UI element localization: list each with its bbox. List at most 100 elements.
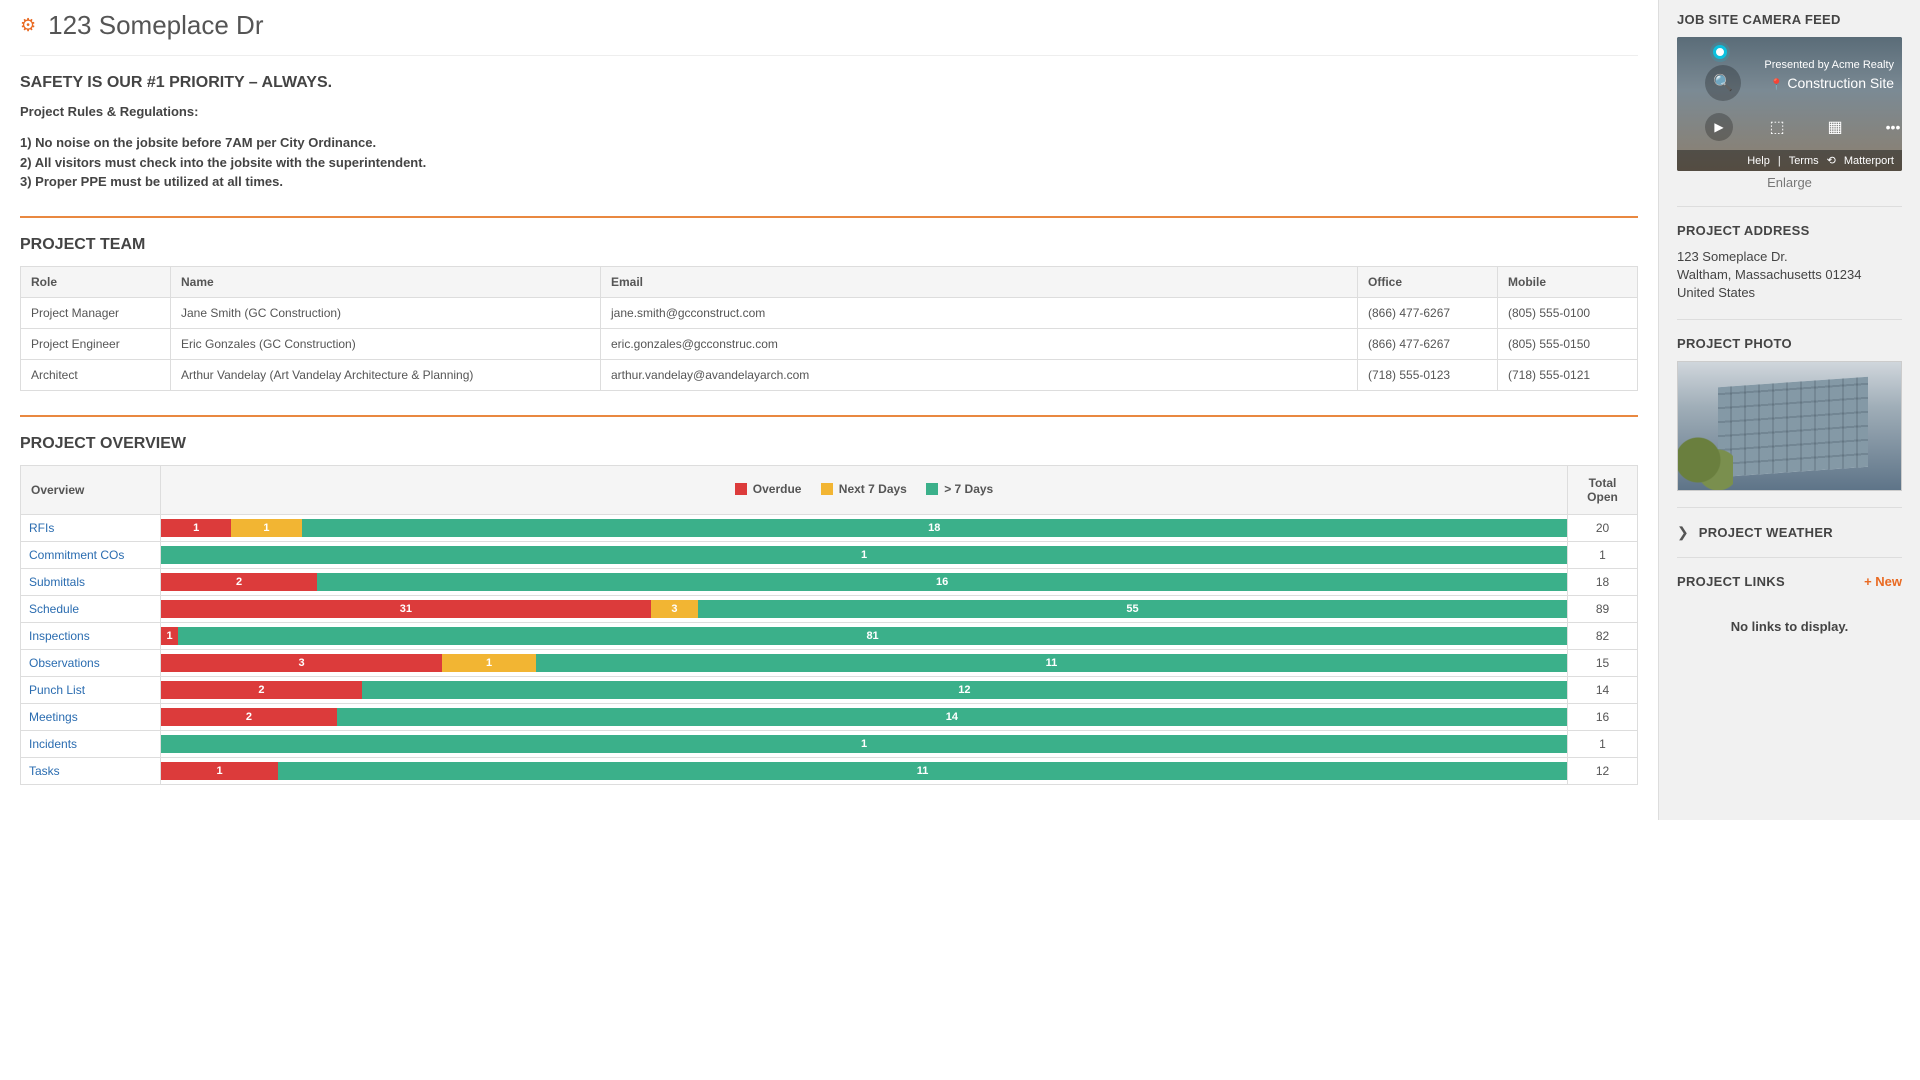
- overview-total: 1: [1568, 541, 1638, 568]
- th-role: Role: [21, 266, 171, 297]
- photo-title: PROJECT PHOTO: [1677, 336, 1902, 351]
- bar-segment-gt7: 1: [161, 735, 1567, 753]
- overview-row: Meetings21416: [21, 703, 1638, 730]
- overview-bar-cell: 3111: [161, 649, 1568, 676]
- legend-swatch-next7: [821, 483, 833, 495]
- legend-gt7: > 7 Days: [944, 482, 993, 496]
- overview-total: 20: [1568, 514, 1638, 541]
- overview-row: RFIs111820: [21, 514, 1638, 541]
- search-icon[interactable]: 🔍: [1705, 65, 1741, 101]
- th-name: Name: [171, 266, 601, 297]
- cube-icon[interactable]: ⬚: [1763, 113, 1791, 141]
- bar-segment-overdue: 2: [161, 708, 337, 726]
- project-weather-toggle[interactable]: ❯ PROJECT WEATHER: [1677, 524, 1902, 541]
- bar-segment-next7: 1: [442, 654, 536, 672]
- matterport-icon[interactable]: ⟲: [1827, 154, 1836, 167]
- overview-total: 14: [1568, 676, 1638, 703]
- rule-line: 3) Proper PPE must be utilized at all ti…: [20, 172, 1638, 192]
- project-photo[interactable]: [1677, 361, 1902, 491]
- team-cell-role: Project Manager: [21, 297, 171, 328]
- overview-row-link[interactable]: Punch List: [21, 676, 161, 703]
- camera-feed[interactable]: 🔍 Presented by Acme Realty 📍 Constructio…: [1677, 37, 1902, 171]
- overview-bar-cell: 111: [161, 757, 1568, 784]
- overview-row: Commitment COs11: [21, 541, 1638, 568]
- overview-total: 15: [1568, 649, 1638, 676]
- address-line: Waltham, Massachusetts 01234: [1677, 266, 1902, 284]
- overview-row-link[interactable]: Commitment COs: [21, 541, 161, 568]
- bar-segment-overdue: 1: [161, 627, 178, 645]
- camera-terms-link[interactable]: Terms: [1789, 155, 1819, 167]
- legend-next7: Next 7 Days: [839, 482, 907, 496]
- chevron-right-icon: ❯: [1677, 524, 1689, 541]
- overview-row: Punch List21214: [21, 676, 1638, 703]
- overview-bar-cell: 31355: [161, 595, 1568, 622]
- overview-bar-cell: 1118: [161, 514, 1568, 541]
- overview-bar-cell: 1: [161, 541, 1568, 568]
- overview-total: 12: [1568, 757, 1638, 784]
- team-cell-mobile: (718) 555-0121: [1498, 359, 1638, 390]
- camera-presented-by: Presented by Acme Realty: [1764, 59, 1894, 71]
- gear-icon[interactable]: ⚙: [20, 15, 36, 36]
- team-cell-office: (866) 477-6267: [1358, 328, 1498, 359]
- th-overview: Overview: [21, 465, 161, 514]
- team-row: Project EngineerEric Gonzales (GC Constr…: [21, 328, 1638, 359]
- overview-total: 82: [1568, 622, 1638, 649]
- play-icon[interactable]: ▶: [1705, 113, 1733, 141]
- divider: [20, 415, 1638, 417]
- enlarge-link[interactable]: Enlarge: [1677, 175, 1902, 190]
- overview-row: Inspections18182: [21, 622, 1638, 649]
- team-cell-role: Project Engineer: [21, 328, 171, 359]
- camera-help-link[interactable]: Help: [1747, 155, 1770, 167]
- th-legend: Overdue Next 7 Days > 7 Days: [161, 465, 1568, 514]
- overview-row-link[interactable]: RFIs: [21, 514, 161, 541]
- camera-brand[interactable]: Matterport: [1844, 155, 1894, 167]
- rule-line: 2) All visitors must check into the jobs…: [20, 153, 1638, 173]
- overview-table: Overview Overdue Next 7 Days > 7 Days To…: [20, 465, 1638, 785]
- safety-heading: SAFETY IS OUR #1 PRIORITY – ALWAYS.: [20, 74, 1638, 92]
- overview-row-link[interactable]: Inspections: [21, 622, 161, 649]
- links-title: PROJECT LINKS: [1677, 574, 1785, 589]
- camera-site-label: 📍 Construction Site: [1770, 75, 1894, 91]
- overview-row-link[interactable]: Submittals: [21, 568, 161, 595]
- bar-segment-next7: 3: [651, 600, 698, 618]
- bar-segment-gt7: 12: [362, 681, 1567, 699]
- overview-row-link[interactable]: Tasks: [21, 757, 161, 784]
- bar-segment-overdue: 3: [161, 654, 442, 672]
- overview-row: Incidents11: [21, 730, 1638, 757]
- bar-segment-gt7: 11: [278, 762, 1567, 780]
- bar-segment-overdue: 1: [161, 762, 278, 780]
- team-cell-name: Jane Smith (GC Construction): [171, 297, 601, 328]
- overview-row-link[interactable]: Meetings: [21, 703, 161, 730]
- divider: [20, 216, 1638, 218]
- overview-bar-cell: 214: [161, 703, 1568, 730]
- legend-swatch-overdue: [735, 483, 747, 495]
- th-office: Office: [1358, 266, 1498, 297]
- team-cell-mobile: (805) 555-0100: [1498, 297, 1638, 328]
- overview-row-link[interactable]: Schedule: [21, 595, 161, 622]
- overview-total: 89: [1568, 595, 1638, 622]
- bar-segment-overdue: 2: [161, 681, 362, 699]
- team-row: ArchitectArthur Vandelay (Art Vandelay A…: [21, 359, 1638, 390]
- floorplan-icon[interactable]: ▦: [1821, 113, 1849, 141]
- address-line: United States: [1677, 284, 1902, 302]
- address-title: PROJECT ADDRESS: [1677, 223, 1902, 238]
- overview-row-link[interactable]: Incidents: [21, 730, 161, 757]
- overview-row: Schedule3135589: [21, 595, 1638, 622]
- camera-title: JOB SITE CAMERA FEED: [1677, 12, 1902, 27]
- overview-row-link[interactable]: Observations: [21, 649, 161, 676]
- bar-segment-gt7: 81: [178, 627, 1567, 645]
- th-mobile: Mobile: [1498, 266, 1638, 297]
- legend-overdue: Overdue: [753, 482, 802, 496]
- bar-segment-gt7: 11: [536, 654, 1567, 672]
- address-line: 123 Someplace Dr.: [1677, 248, 1902, 266]
- bar-segment-gt7: 1: [161, 546, 1567, 564]
- overview-bar-cell: 212: [161, 676, 1568, 703]
- new-link-button[interactable]: + New: [1864, 574, 1902, 589]
- camera-waypoint-icon[interactable]: [1713, 45, 1727, 59]
- team-cell-office: (718) 555-0123: [1358, 359, 1498, 390]
- overview-row: Observations311115: [21, 649, 1638, 676]
- bar-segment-gt7: 55: [698, 600, 1567, 618]
- more-icon[interactable]: •••: [1879, 113, 1902, 141]
- overview-total: 1: [1568, 730, 1638, 757]
- overview-total: 18: [1568, 568, 1638, 595]
